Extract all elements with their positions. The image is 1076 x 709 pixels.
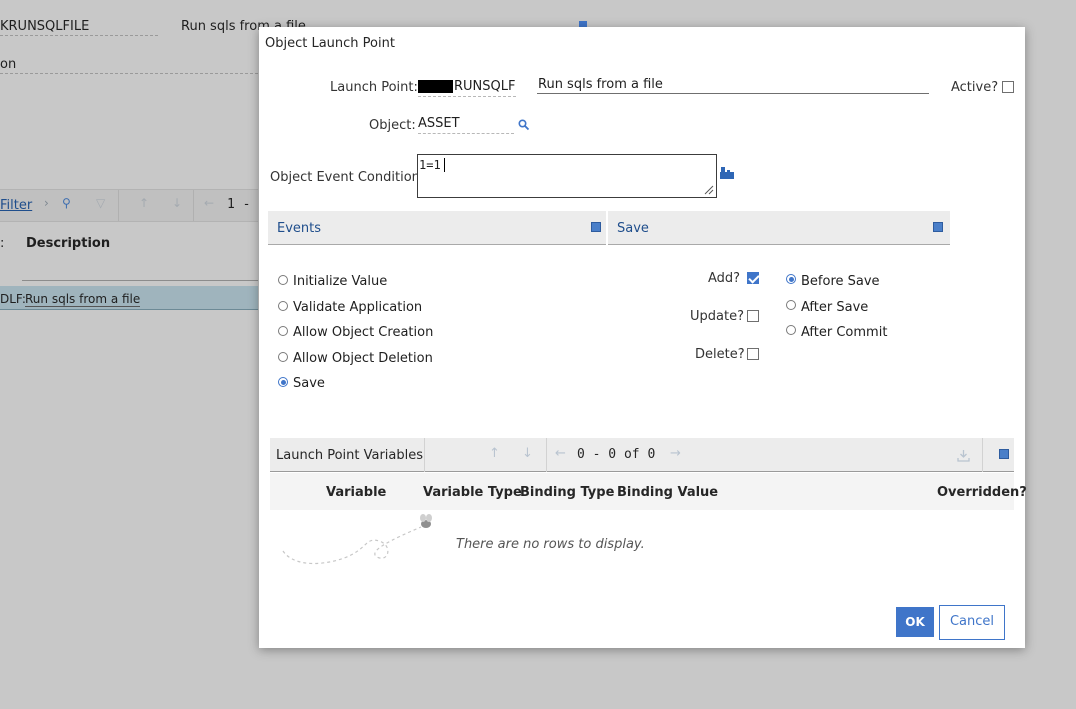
save-collapse-icon[interactable] [933,222,943,232]
condition-value: 1=1 [419,158,441,172]
events-header-label: Events [277,221,322,236]
launch-point-value: RUNSQLF [454,79,516,94]
bg-arrow-down-icon[interactable]: ↓ [172,196,182,210]
bg-row-description[interactable]: Run sqls from a file [25,292,141,307]
save-section-header: Save [608,211,950,245]
bg-selected-row[interactable]: DLF: Run sqls from a file [0,286,258,310]
launch-point-field[interactable]: RUNSQLF [418,79,516,97]
dialog-title: Object Launch Point [265,36,395,51]
condition-label: Object Event Condition: [270,170,425,185]
delete-label: Delete? [695,347,745,362]
event-radio-selected[interactable] [278,377,288,387]
bg-row-key: DLF: [0,292,26,306]
arrow-right-icon[interactable]: → [670,446,681,461]
launch-point-label: Launch Point: [330,80,418,95]
event-label: Validate Application [293,300,423,315]
download-icon[interactable] [957,449,970,462]
event-radio[interactable] [278,275,288,285]
arrow-up-icon[interactable]: ↑ [489,446,500,461]
redacted-mark [418,80,453,93]
timing-option-after-save[interactable]: After Save [786,300,906,318]
event-label: Allow Object Creation [293,325,434,340]
bg-col-fragment: : [0,236,5,251]
resize-handle-icon[interactable] [704,185,714,195]
event-radio[interactable] [278,352,288,362]
variables-header-row: Variable Variable Type Binding Type Bind… [270,473,1027,510]
timing-label: After Save [801,300,869,315]
bg-description-header: Description [26,236,111,251]
timing-option-before-save[interactable]: Before Save [786,274,906,292]
arrow-left-icon[interactable]: ← [555,446,566,461]
event-option-initialize-value[interactable]: Initialize Value [278,274,458,292]
bg-filter-row [22,263,258,281]
object-launch-point-dialog: Object Launch Point Launch Point: RUNSQL… [259,27,1027,648]
empty-state-bee-illustration [282,514,432,564]
variables-pager: 0 - 0 of 0 [577,447,656,462]
event-radio[interactable] [278,326,288,336]
delete-checkbox[interactable] [747,348,759,360]
timing-label: Before Save [801,274,880,289]
active-label: Active? [951,80,999,95]
update-label: Update? [690,309,744,324]
save-header-label: Save [617,221,649,236]
timing-option-after-commit[interactable]: After Commit [786,325,906,343]
col-variable-type[interactable]: Variable Type [423,485,522,500]
toolbar-divider [546,438,547,472]
col-variable[interactable]: Variable [326,485,386,500]
empty-table-message: There are no rows to display. [456,537,645,552]
timing-radio[interactable] [786,325,796,335]
bg-filter-link[interactable]: Filter [0,198,32,213]
update-checkbox[interactable] [747,310,759,322]
launch-point-description-field[interactable]: Run sqls from a file [537,77,929,94]
timing-radio-selected[interactable] [786,274,796,284]
events-section-header: Events [268,211,606,245]
bg-arrow-up-icon[interactable]: ↑ [139,196,149,210]
object-value: ASSET [418,116,460,131]
timing-radio[interactable] [786,300,796,310]
col-overridden[interactable]: Overridden? [937,485,1027,500]
cancel-button[interactable]: Cancel [939,605,1005,640]
timing-label: After Commit [801,325,888,340]
object-field[interactable]: ASSET [418,116,514,134]
launch-point-description: Run sqls from a file [538,77,663,92]
variables-collapse-icon[interactable] [999,449,1009,459]
events-collapse-icon[interactable] [591,222,601,232]
expression-builder-icon[interactable] [720,167,735,180]
object-label: Object: [369,118,416,133]
event-option-validate-application[interactable]: Validate Application [278,300,458,318]
arrow-down-icon[interactable]: ↓ [522,446,533,461]
add-label: Add? [708,271,741,286]
event-label: Initialize Value [293,274,388,289]
bg-field-label-fragment: on [0,57,258,74]
search-icon[interactable] [518,119,530,131]
event-option-allow-object-creation[interactable]: Allow Object Creation [278,325,458,343]
toolbar-divider [424,438,425,472]
col-binding-value[interactable]: Binding Value [617,485,718,500]
event-radio[interactable] [278,301,288,311]
event-label: Save [293,376,325,391]
event-label: Allow Object Deletion [293,351,433,366]
bg-clear-filter-icon[interactable]: ▽ [96,196,105,210]
event-option-save[interactable]: Save [278,376,458,394]
toolbar-divider [982,438,983,472]
col-binding-type[interactable]: Binding Type [520,485,614,500]
bg-search-icon[interactable]: ⚲ [62,196,71,210]
add-checkbox[interactable] [747,272,759,284]
bg-pager: 1 - [227,197,251,212]
variables-toolbar: Launch Point Variables ↑ ↓ ← 0 - 0 of 0 … [270,438,1014,472]
bg-toolbar-divider [193,190,194,221]
bg-chevron-right-icon: › [44,196,49,210]
text-cursor [444,158,445,172]
bg-arrow-left-icon[interactable]: ← [204,196,214,210]
bg-toolbar-divider [118,190,119,221]
bg-launch-point-field[interactable]: KRUNSQLFILE [0,19,158,36]
event-option-allow-object-deletion[interactable]: Allow Object Deletion [278,351,458,369]
ok-button[interactable]: OK [896,607,934,637]
bg-table-toolbar: Filter › ⚲ ▽ ↑ ↓ ← 1 - [0,189,258,222]
active-checkbox[interactable] [1002,81,1014,93]
variables-title: Launch Point Variables [276,448,424,463]
condition-textarea[interactable]: 1=1 [417,154,717,198]
